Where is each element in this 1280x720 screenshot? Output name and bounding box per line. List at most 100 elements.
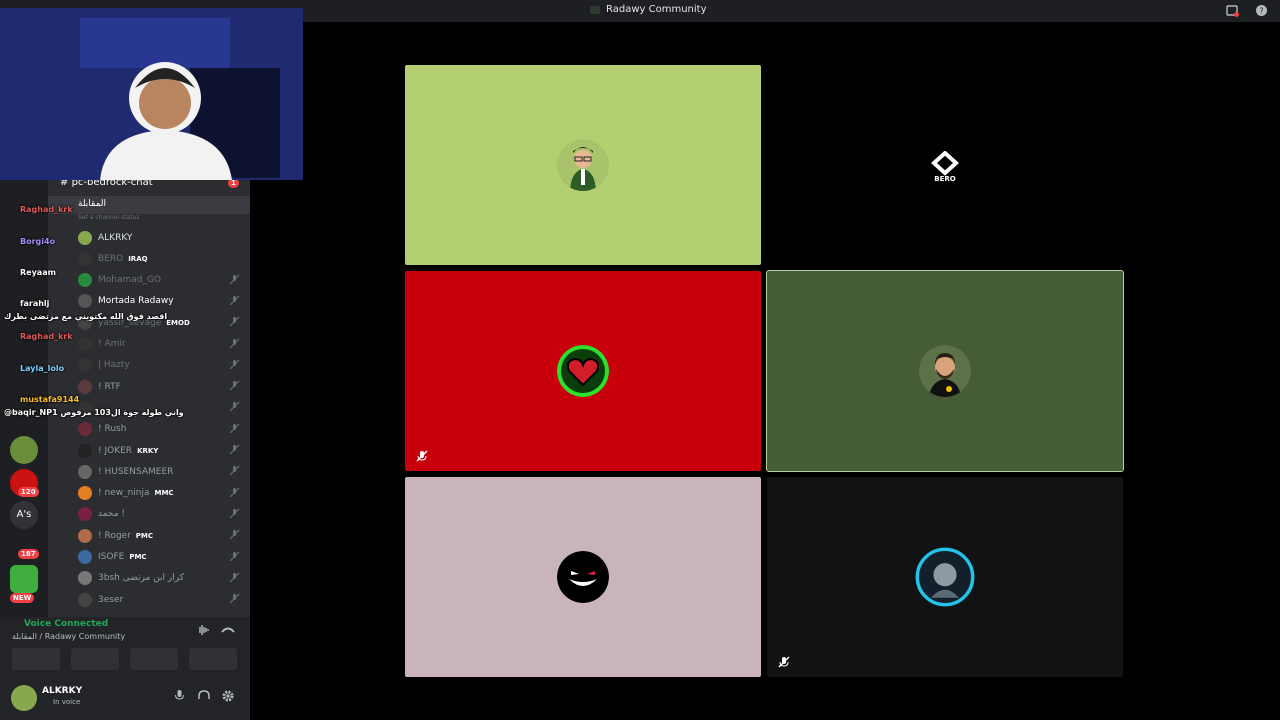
- member-tag: EMOD: [166, 318, 190, 327]
- member-name: Mohamad_GO: [98, 275, 162, 286]
- server-badge: 187: [18, 549, 39, 559]
- mic-muted-icon: [229, 401, 240, 412]
- chat-username: Borgi4o: [20, 237, 56, 246]
- microphone-icon[interactable]: [175, 690, 184, 702]
- voice-member[interactable]: Mortada Radawy: [48, 291, 250, 312]
- activities-button[interactable]: [130, 648, 178, 670]
- headphones-icon[interactable]: [198, 690, 210, 701]
- voice-channel-row[interactable]: المقابلة: [48, 196, 250, 214]
- server-minecraft-grass[interactable]: [10, 436, 38, 464]
- member-name: 3bsh كرار ابن مرتضى: [98, 573, 184, 584]
- member-name: ALKRKY: [98, 232, 133, 243]
- voice-member[interactable]: ! JOKER KRKY: [48, 440, 250, 461]
- mic-muted-icon: [229, 508, 240, 519]
- inbox-icon[interactable]: [1226, 4, 1239, 17]
- sidebar: 120 A's 187 NEW # pc-bedrock-chat 1 المق…: [0, 0, 303, 720]
- member-name: BERO: [98, 253, 124, 264]
- member-name: ! Rush: [98, 424, 127, 435]
- noise-suppression-icon[interactable]: [197, 625, 210, 635]
- chat-message: @baqir_NP1 واني طوله جوة ال103 مرفوض: [4, 408, 184, 417]
- voice-member[interactable]: 3bsh كرار ابن مرتضى: [48, 568, 250, 589]
- member-name: ! Amir: [98, 339, 126, 349]
- avatar-man-glasses: [557, 139, 609, 191]
- voice-member[interactable]: | Hazty: [48, 355, 250, 376]
- chat-username: Reyaam: [20, 268, 56, 277]
- user-name[interactable]: ALKRKY: [42, 686, 82, 696]
- video-off-button[interactable]: [12, 648, 60, 670]
- voice-member[interactable]: محمد !: [48, 504, 250, 525]
- tile-dark[interactable]: [767, 477, 1123, 677]
- mic-muted-icon: [229, 465, 240, 476]
- member-avatar: [78, 528, 92, 543]
- help-icon[interactable]: ?: [1255, 4, 1268, 17]
- member-name: ISOFE: [98, 552, 125, 562]
- tile-green-speaking[interactable]: [766, 270, 1124, 472]
- voice-member[interactable]: BERO IRAQ: [48, 248, 250, 269]
- chat-username: Raghad_krk: [20, 332, 73, 341]
- voice-member[interactable]: ! HUSENSAMEER: [48, 461, 250, 482]
- tile-bero[interactable]: BERO: [767, 65, 1123, 265]
- member-name: 3eser: [98, 594, 124, 605]
- channel-status-placeholder[interactable]: Set a channel status: [78, 214, 139, 221]
- member-name: ! JOKER: [98, 445, 133, 456]
- voice-member[interactable]: ! Rush: [48, 419, 250, 440]
- soundboard-button[interactable]: [189, 648, 237, 670]
- member-avatar: [78, 251, 92, 266]
- server-as[interactable]: A's: [10, 501, 38, 529]
- mic-muted-icon: [229, 295, 240, 306]
- mic-muted-icon: [229, 529, 240, 540]
- tile-lime[interactable]: [405, 65, 761, 265]
- settings-gear-icon[interactable]: [222, 690, 234, 702]
- member-name: ! HUSENSAMEER: [98, 466, 174, 477]
- member-avatar: [78, 379, 92, 394]
- tile-red-heart[interactable]: [405, 271, 761, 471]
- server-creeper[interactable]: [10, 565, 38, 593]
- screen-share-button[interactable]: [71, 648, 119, 670]
- member-avatar: [78, 294, 92, 309]
- voice-location[interactable]: المقابلة / Radawy Community: [12, 632, 125, 641]
- voice-member[interactable]: Mohamad_GO: [48, 270, 250, 291]
- svg-text:BERO: BERO: [934, 175, 956, 181]
- mic-muted-icon: [229, 316, 240, 327]
- webcam-overlay: [0, 8, 303, 180]
- chat-username: mustafa9144: [20, 395, 80, 404]
- user-avatar[interactable]: [11, 685, 37, 711]
- window-title: Radawy Community: [590, 4, 706, 15]
- member-avatar: [78, 337, 92, 351]
- server-icon: [590, 5, 600, 14]
- member-avatar: [78, 592, 92, 607]
- member-name: ! RTF: [98, 381, 121, 392]
- voice-member[interactable]: ! new_ninja MMC: [48, 483, 250, 504]
- chat-message: اقصد فوق الله مكتوبني مع مرتضى بطرك: [4, 312, 168, 321]
- chat-username: Layla_lolo: [20, 364, 65, 373]
- member-avatar: [78, 464, 92, 479]
- member-name: | Hazty: [98, 360, 130, 371]
- voice-stage: BERO: [250, 22, 1280, 720]
- chat-username: farahlj: [20, 299, 50, 308]
- server-badge: 120: [18, 487, 39, 497]
- chat-username: Raghad_krk: [20, 205, 73, 214]
- streamer-webcam-image: [0, 8, 303, 180]
- disconnect-icon[interactable]: [221, 626, 235, 634]
- member-avatar: [78, 486, 92, 501]
- user-panel: ALKRKY In voice: [0, 677, 250, 720]
- mic-muted-icon: [416, 450, 428, 462]
- tile-pink[interactable]: [405, 477, 761, 677]
- voice-member[interactable]: ! Amir: [48, 334, 250, 355]
- member-avatar: [78, 230, 92, 245]
- svg-text:?: ?: [1259, 7, 1263, 16]
- member-avatar: [78, 550, 92, 564]
- voice-member[interactable]: ALKRKY: [48, 227, 250, 248]
- mic-muted-icon: [229, 593, 240, 604]
- mic-muted-icon: [778, 656, 790, 668]
- voice-member[interactable]: ! Roger PMC: [48, 525, 250, 546]
- voice-connected-label[interactable]: Voice Connected: [24, 619, 108, 629]
- avatar-blue-ring-face: [915, 547, 975, 607]
- voice-member[interactable]: ! RTF: [48, 376, 250, 397]
- voice-member[interactable]: ISOFE PMC: [48, 547, 250, 568]
- voice-member[interactable]: 3eser: [48, 589, 250, 610]
- bero-logo-icon: BERO: [931, 151, 959, 181]
- new-badge: NEW: [10, 593, 35, 603]
- avatar-grin-face: [557, 551, 609, 603]
- member-tag: PMC: [129, 553, 147, 561]
